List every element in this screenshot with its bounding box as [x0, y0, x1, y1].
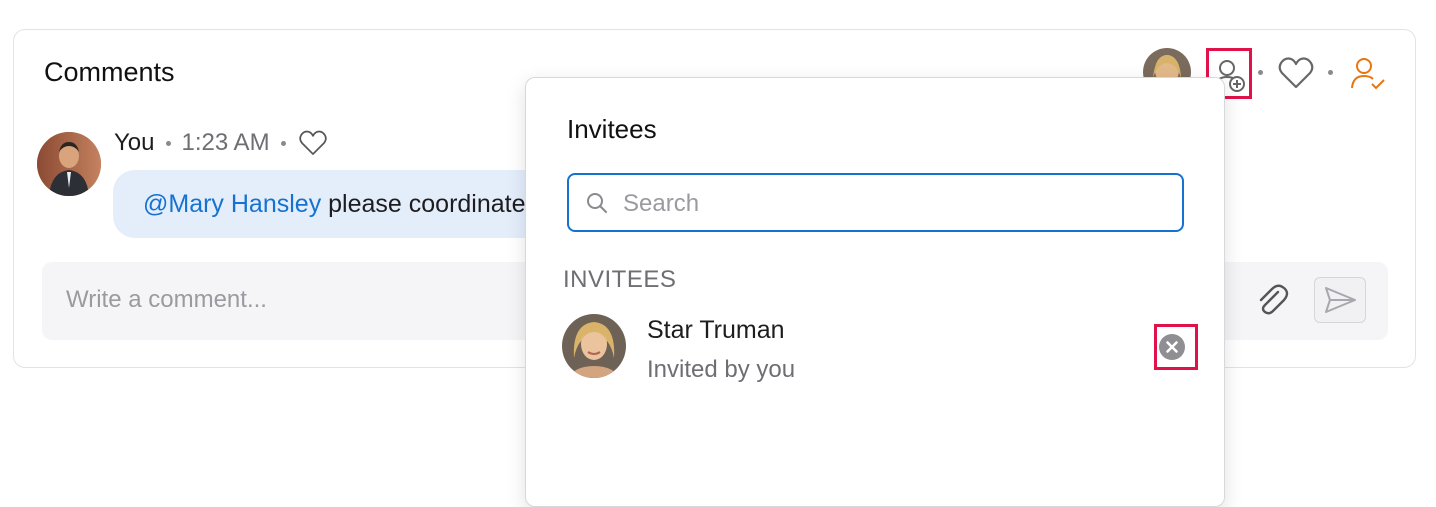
comment-time: 1:23 AM — [181, 129, 270, 156]
invitee-avatar — [562, 314, 626, 378]
comment-author-avatar — [37, 132, 101, 196]
heart-icon — [1278, 57, 1314, 89]
send-icon — [1325, 287, 1356, 313]
card-title: Comments — [44, 57, 175, 87]
separator-dot — [1258, 70, 1263, 75]
like-button[interactable] — [1277, 54, 1315, 92]
attach-button[interactable] — [1252, 280, 1292, 320]
person-check-icon — [1351, 58, 1385, 90]
invitees-popover: Invitees INVITEES Star Truman Invited by… — [525, 77, 1225, 507]
separator-dot — [165, 140, 171, 146]
comment-bubble: @Mary Hansley please coordinate — [113, 170, 553, 238]
invitee-subtitle: Invited by you — [647, 356, 796, 383]
heart-icon — [298, 130, 327, 155]
paperclip-icon — [1259, 284, 1289, 315]
invitee-search-field[interactable] — [567, 173, 1184, 232]
mention-link[interactable]: @Mary Hansley — [143, 190, 321, 218]
send-button[interactable] — [1314, 277, 1366, 323]
comment-author: You — [114, 129, 155, 156]
comment-like-button[interactable] — [297, 128, 329, 158]
invitee-name: Star Truman — [647, 316, 785, 344]
search-icon — [585, 191, 609, 215]
assigned-button[interactable] — [1348, 54, 1388, 92]
comment-meta: You 1:23 AM — [114, 128, 329, 158]
search-input[interactable] — [621, 187, 1145, 221]
popover-title: Invitees — [567, 114, 657, 144]
comment-text: please coordinate — [321, 190, 526, 218]
separator-dot — [280, 140, 286, 146]
highlight-remove-invitee — [1154, 324, 1198, 370]
comment-input-placeholder[interactable]: Write a comment... — [66, 286, 267, 314]
separator-dot — [1328, 70, 1333, 75]
invitees-section-label: INVITEES — [563, 266, 677, 293]
